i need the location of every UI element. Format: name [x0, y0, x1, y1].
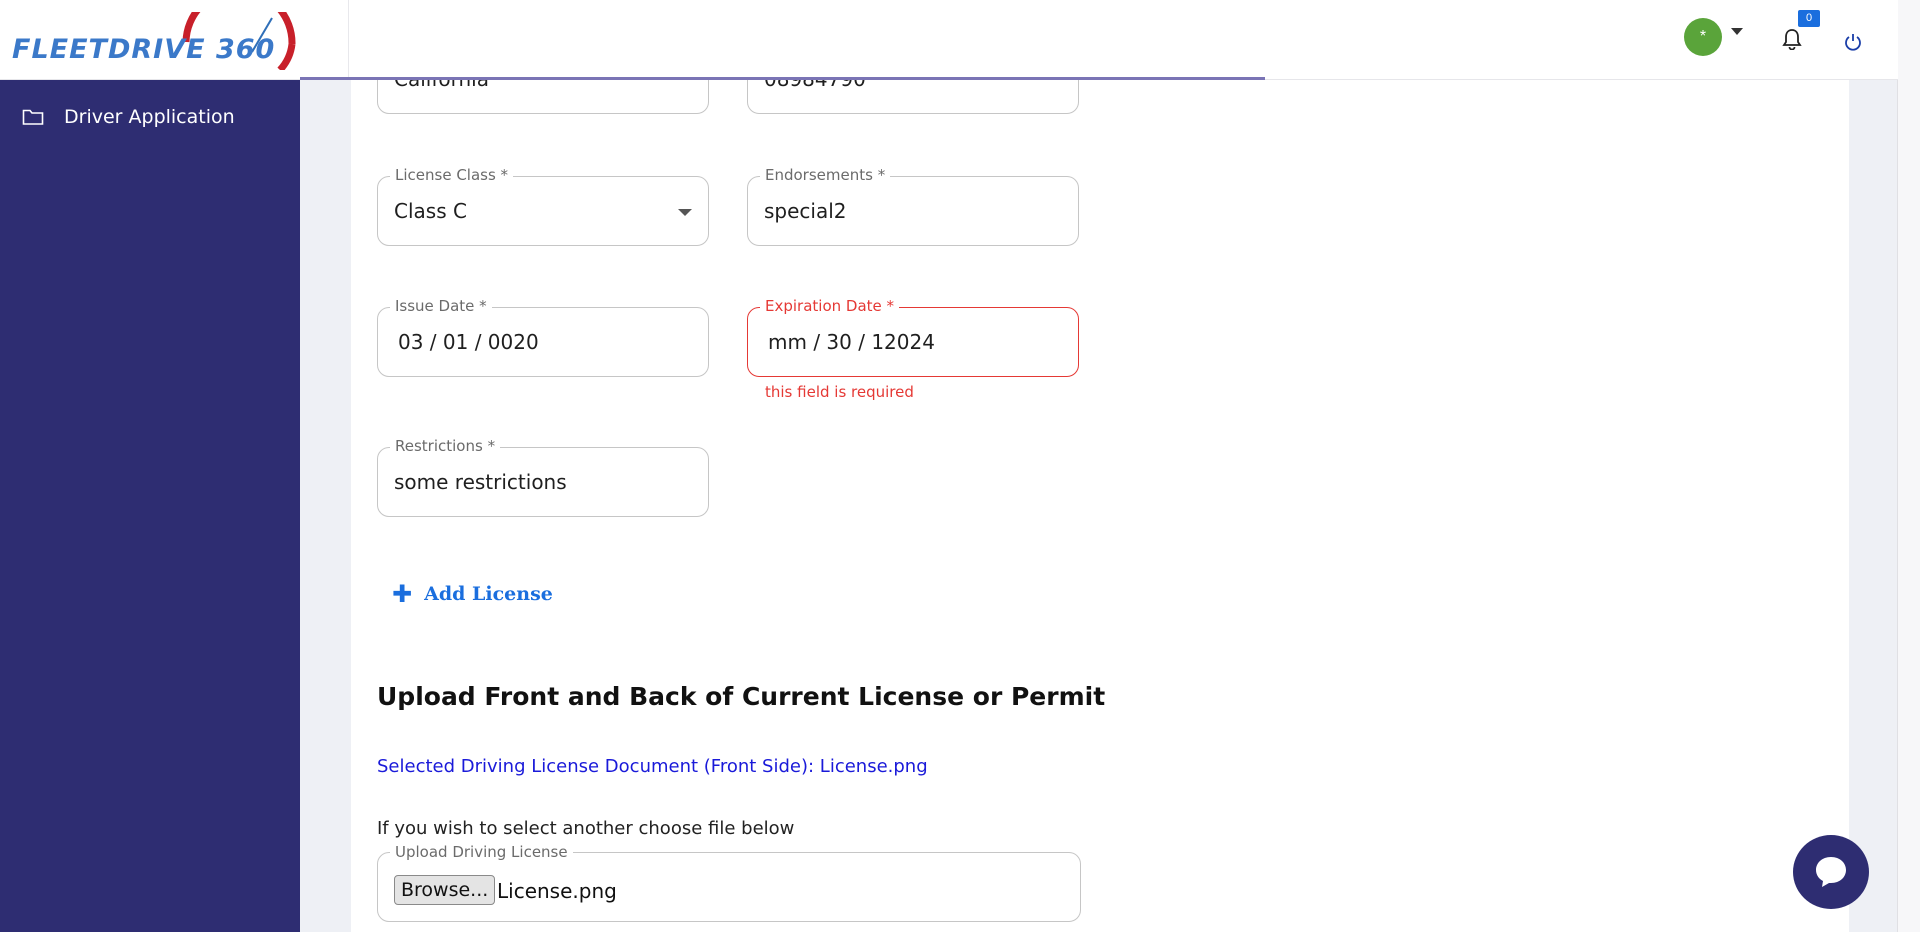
- expiration-date-error: this field is required: [765, 383, 914, 401]
- endorsements-value: special2: [764, 199, 847, 223]
- browse-button[interactable]: Browse...: [394, 875, 496, 905]
- upload-section-title: Upload Front and Back of Current License…: [377, 682, 1106, 711]
- header-divider: [348, 0, 349, 80]
- page-progress-bar: [300, 77, 1265, 80]
- selected-file-name: License.png: [497, 879, 617, 903]
- app-logo[interactable]: FLEETDRIVE 360: [10, 12, 300, 72]
- page-scrollbar[interactable]: [1897, 0, 1920, 932]
- chevron-down-icon[interactable]: [678, 209, 692, 216]
- license-class-select[interactable]: License Class * Class C: [377, 166, 709, 246]
- upload-hint-text: If you wish to select another choose fil…: [377, 818, 795, 839]
- sidebar: Driver Application: [0, 80, 300, 932]
- restrictions-label: Restrictions *: [390, 437, 501, 455]
- bell-icon[interactable]: [1782, 28, 1802, 50]
- chevron-down-icon[interactable]: [1731, 28, 1743, 35]
- add-license-button[interactable]: ✚ Add License: [392, 580, 553, 608]
- sidebar-item-label: Driver Application: [64, 106, 235, 128]
- notification-badge: 0: [1798, 10, 1820, 27]
- avatar[interactable]: *: [1684, 18, 1722, 56]
- restrictions-field[interactable]: Restrictions * some restrictions: [377, 437, 709, 517]
- logo-text: FLEETDRIVE 360: [12, 34, 276, 65]
- power-icon[interactable]: [1843, 32, 1863, 52]
- issue-date-value: 03 / 01 / 0020: [398, 330, 539, 354]
- sidebar-item-driver-application[interactable]: Driver Application: [22, 106, 235, 128]
- issue-date-label: Issue Date *: [390, 297, 492, 315]
- chat-button[interactable]: [1793, 835, 1869, 909]
- restrictions-value: some restrictions: [394, 470, 567, 494]
- endorsements-label: Endorsements *: [760, 166, 891, 184]
- issue-date-field[interactable]: Issue Date * 03 / 01 / 0020: [377, 297, 709, 377]
- license-class-value: Class C: [394, 199, 467, 223]
- plus-icon: ✚: [392, 580, 413, 608]
- chat-bubble-icon: [1816, 857, 1846, 887]
- expiration-date-field[interactable]: Expiration Date * mm / 30 / 12024: [747, 297, 1079, 377]
- license-class-label: License Class *: [390, 166, 514, 184]
- expiration-date-value: mm / 30 / 12024: [768, 330, 935, 354]
- top-header: FLEETDRIVE 360 * 0: [0, 0, 1898, 80]
- selected-document-text: Selected Driving License Document (Front…: [377, 756, 928, 777]
- endorsements-field[interactable]: Endorsements * special2: [747, 166, 1079, 246]
- expiration-date-label: Expiration Date *: [760, 297, 900, 315]
- upload-field-label: Upload Driving License: [390, 843, 573, 861]
- add-license-label: Add License: [424, 583, 553, 605]
- upload-driving-license-field[interactable]: Upload Driving License Browse... License…: [377, 843, 1081, 922]
- folder-icon: [22, 109, 44, 125]
